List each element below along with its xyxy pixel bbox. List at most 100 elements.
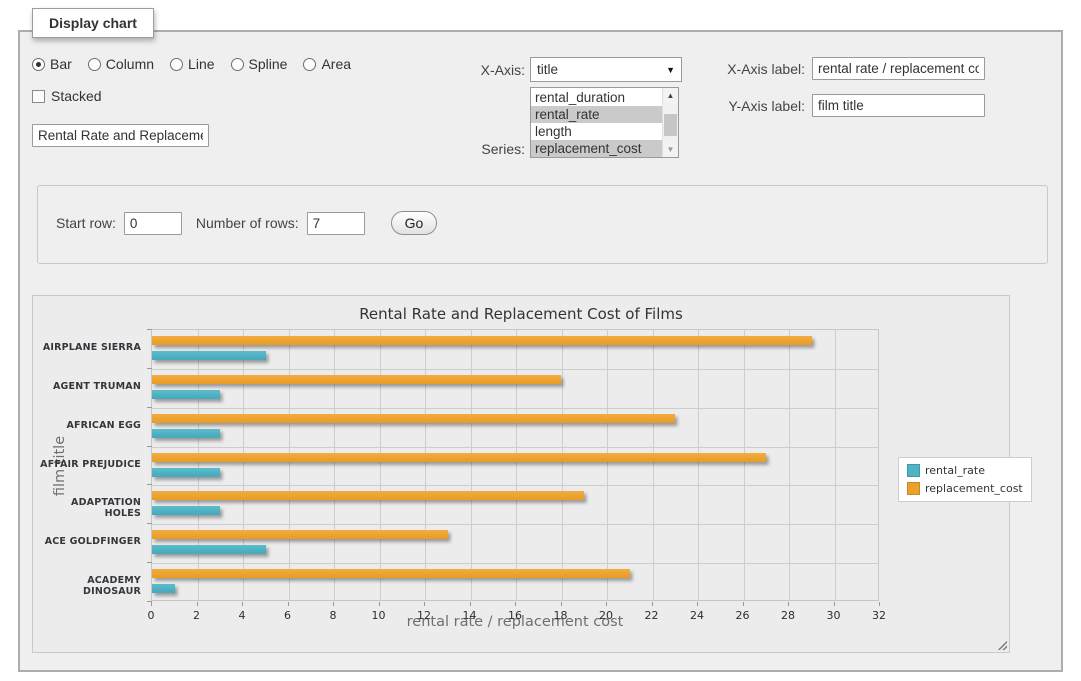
bar-replacement-cost: [152, 453, 766, 462]
x-tick-label: 24: [677, 609, 717, 622]
x-tick-mark: [379, 602, 380, 606]
x-tick-mark: [151, 602, 152, 606]
x-tick-label: 32: [859, 609, 899, 622]
radio-icon: [303, 58, 316, 71]
chart-type-radio-spline[interactable]: Spline: [231, 56, 288, 72]
scroll-up-icon[interactable]: ▲: [663, 88, 678, 103]
x-tick-mark: [333, 602, 334, 606]
chart-plot-area: [151, 329, 879, 601]
go-button[interactable]: Go: [391, 211, 438, 235]
legend-swatch: [907, 464, 920, 477]
y-tick-mark: [147, 523, 152, 524]
x-axis-label-caption: X-Axis label:: [710, 61, 805, 77]
x-tick-mark: [515, 602, 516, 606]
series-option-length[interactable]: length: [531, 123, 662, 140]
row-range-box: Start row: Number of rows: Go: [37, 185, 1048, 264]
gridline-vertical: [425, 330, 426, 600]
x-tick-mark: [879, 602, 880, 606]
x-tick-label: 4: [222, 609, 262, 622]
gridline-vertical: [198, 330, 199, 600]
legend-label: rental_rate: [925, 464, 985, 477]
panel-title: Display chart: [32, 8, 154, 38]
x-tick-mark: [470, 602, 471, 606]
start-row-input[interactable]: [124, 212, 182, 235]
series-option-replacement_cost[interactable]: replacement_cost: [531, 140, 662, 157]
x-tick-label: 2: [177, 609, 217, 622]
chart-container: Rental Rate and Replacement Cost of Film…: [32, 295, 1010, 653]
category-label: ACE GOLDFINGER: [33, 536, 141, 547]
bar-replacement-cost: [152, 530, 448, 539]
legend-item-replacement_cost: replacement_cost: [907, 482, 1023, 495]
category-label: AGENT TRUMAN: [33, 381, 141, 392]
gridline-vertical: [243, 330, 244, 600]
stacked-checkbox[interactable]: Stacked: [32, 88, 102, 104]
resize-handle-icon[interactable]: [996, 639, 1007, 650]
x-axis-label-input[interactable]: [812, 57, 985, 80]
x-axis-select[interactable]: title ▼: [530, 57, 682, 82]
chart-title: Rental Rate and Replacement Cost of Film…: [33, 305, 1009, 323]
chart-type-label: Line: [188, 56, 214, 72]
category-label: AFFAIR PREJUDICE: [33, 459, 141, 470]
stacked-label: Stacked: [51, 88, 102, 104]
y-tick-mark: [147, 329, 152, 330]
x-tick-mark: [834, 602, 835, 606]
chart-type-radio-column[interactable]: Column: [88, 56, 154, 72]
bar-rental-rate: [152, 584, 175, 593]
chart-type-radio-bar[interactable]: Bar: [32, 56, 72, 72]
category-label: ACADEMY DINOSAUR: [33, 575, 141, 597]
x-tick-label: 14: [450, 609, 490, 622]
gridline-horizontal: [152, 563, 878, 564]
x-tick-mark: [697, 602, 698, 606]
x-tick-label: 10: [359, 609, 399, 622]
series-listbox[interactable]: rental_durationrental_ratelengthreplacem…: [530, 87, 679, 158]
bar-rental-rate: [152, 390, 220, 399]
gridline-vertical: [835, 330, 836, 600]
category-label: AIRPLANE SIERRA: [33, 342, 141, 353]
chart-legend: rental_rate replacement_cost: [898, 457, 1032, 502]
category-label: ADAPTATION HOLES: [33, 497, 141, 519]
gridline-vertical: [471, 330, 472, 600]
series-option-rental_rate[interactable]: rental_rate: [531, 106, 662, 123]
scrollbar-thumb[interactable]: [664, 114, 677, 136]
x-tick-mark: [424, 602, 425, 606]
x-axis-selected-value: title: [537, 62, 666, 77]
chart-type-label: Bar: [50, 56, 72, 72]
gridline-vertical: [380, 330, 381, 600]
x-axis-select-label: X-Axis:: [453, 62, 525, 78]
chevron-down-icon: ▼: [666, 65, 675, 75]
x-tick-mark: [197, 602, 198, 606]
bar-replacement-cost: [152, 375, 561, 384]
listbox-scrollbar[interactable]: ▲ ▼: [662, 88, 678, 157]
gridline-horizontal: [152, 408, 878, 409]
chart-type-radio-area[interactable]: Area: [303, 56, 351, 72]
radio-icon: [170, 58, 183, 71]
x-tick-label: 26: [723, 609, 763, 622]
legend-label: replacement_cost: [925, 482, 1023, 495]
num-rows-input[interactable]: [307, 212, 365, 235]
x-tick-mark: [561, 602, 562, 606]
x-tick-mark: [743, 602, 744, 606]
x-tick-label: 12: [404, 609, 444, 622]
radio-icon: [231, 58, 244, 71]
bar-replacement-cost: [152, 336, 812, 345]
chart-type-radio-line[interactable]: Line: [170, 56, 214, 72]
gridline-vertical: [607, 330, 608, 600]
legend-item-rental_rate: rental_rate: [907, 464, 1023, 477]
gridline-horizontal: [152, 485, 878, 486]
chart-title-input[interactable]: [32, 124, 209, 147]
scroll-down-icon[interactable]: ▼: [663, 142, 678, 157]
num-rows-label: Number of rows:: [196, 215, 299, 231]
x-tick-mark: [652, 602, 653, 606]
chart-type-radio-group: Bar Column Line Spline Area: [32, 56, 351, 72]
series-option-rental_duration[interactable]: rental_duration: [531, 89, 662, 106]
x-tick-label: 8: [313, 609, 353, 622]
bar-rental-rate: [152, 506, 220, 515]
gridline-vertical: [698, 330, 699, 600]
gridline-horizontal: [152, 447, 878, 448]
gridline-vertical: [744, 330, 745, 600]
y-tick-mark: [147, 368, 152, 369]
radio-icon: [88, 58, 101, 71]
x-tick-label: 0: [131, 609, 171, 622]
y-axis-label-input[interactable]: [812, 94, 985, 117]
y-axis-label-caption: Y-Axis label:: [710, 98, 805, 114]
